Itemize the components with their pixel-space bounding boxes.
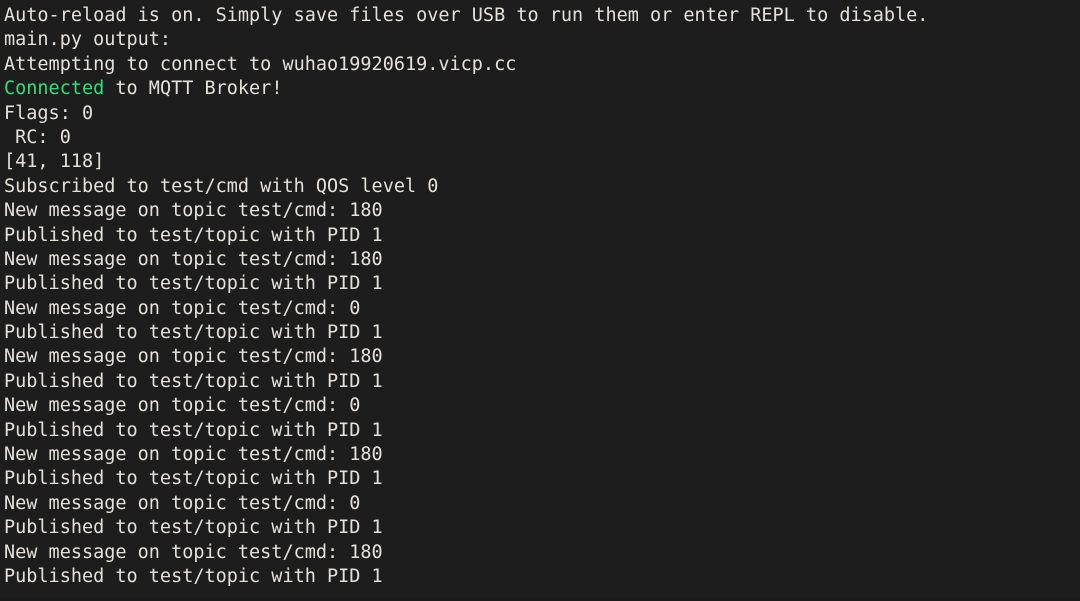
terminal-line-list: Auto-reload is on. Simply save files ove… — [4, 4, 1080, 589]
terminal-line: Published to test/topic with PID 1 — [4, 467, 1080, 491]
terminal-line: Published to test/topic with PID 1 — [4, 370, 1080, 394]
terminal-output-pane[interactable]: Auto-reload is on. Simply save files ove… — [0, 0, 1080, 601]
horizontal-scrollbar-track[interactable] — [0, 597, 1080, 601]
terminal-line: Published to test/topic with PID 1 — [4, 224, 1080, 248]
terminal-text-segment: [41, 118] — [4, 151, 105, 173]
terminal-line: Published to test/topic with PID 1 — [4, 516, 1080, 540]
terminal-text-segment: New message on topic test/cmd: 180 — [4, 346, 383, 368]
terminal-text-segment: Attempting to connect to wuhao19920619.v… — [4, 53, 517, 75]
terminal-line: New message on topic test/cmd: 0 — [4, 394, 1080, 418]
terminal-line: Subscribed to test/cmd with QOS level 0 — [4, 175, 1080, 199]
terminal-line: New message on topic test/cmd: 180 — [4, 345, 1080, 369]
terminal-text-segment: Flags: 0 — [4, 102, 94, 124]
terminal-text-segment: New message on topic test/cmd: 0 — [4, 395, 361, 417]
terminal-text-segment: to MQTT Broker! — [104, 78, 283, 100]
terminal-line: New message on topic test/cmd: 180 — [4, 199, 1080, 223]
terminal-line: [41, 118] — [4, 150, 1080, 174]
terminal-line: New message on topic test/cmd: 180 — [4, 248, 1080, 272]
terminal-text-segment: Published to test/topic with PID 1 — [4, 273, 383, 295]
terminal-line: main.py output: — [4, 28, 1080, 52]
terminal-text-segment: RC: 0 — [4, 126, 71, 148]
terminal-line: Published to test/topic with PID 1 — [4, 272, 1080, 296]
terminal-text-segment: Published to test/topic with PID 1 — [4, 565, 383, 587]
terminal-line: Attempting to connect to wuhao19920619.v… — [4, 53, 1080, 77]
terminal-text-segment: New message on topic test/cmd: 180 — [4, 444, 383, 466]
terminal-line: Flags: 0 — [4, 102, 1080, 126]
terminal-text-segment: New message on topic test/cmd: 0 — [4, 297, 361, 319]
terminal-text-segment: main.py output: — [4, 29, 172, 51]
status-token-connected: Connected — [4, 78, 105, 100]
terminal-text-segment: New message on topic test/cmd: 180 — [4, 200, 383, 222]
terminal-text-segment: New message on topic test/cmd: 180 — [4, 541, 383, 563]
terminal-line: Connected to MQTT Broker! — [4, 77, 1080, 101]
terminal-text-segment: Published to test/topic with PID 1 — [4, 419, 383, 441]
terminal-line: New message on topic test/cmd: 0 — [4, 492, 1080, 516]
terminal-text-segment: Published to test/topic with PID 1 — [4, 468, 383, 490]
terminal-line: New message on topic test/cmd: 180 — [4, 443, 1080, 467]
terminal-text-segment: Published to test/topic with PID 1 — [4, 517, 383, 539]
terminal-text-segment: Published to test/topic with PID 1 — [4, 370, 383, 392]
terminal-line: RC: 0 — [4, 126, 1080, 150]
terminal-line: New message on topic test/cmd: 0 — [4, 297, 1080, 321]
terminal-text-segment: New message on topic test/cmd: 180 — [4, 248, 383, 270]
terminal-line: Published to test/topic with PID 1 — [4, 565, 1080, 589]
terminal-line: New message on topic test/cmd: 180 — [4, 541, 1080, 565]
terminal-line: Published to test/topic with PID 1 — [4, 321, 1080, 345]
terminal-text-segment: Published to test/topic with PID 1 — [4, 322, 383, 344]
terminal-text-segment: Subscribed to test/cmd with QOS level 0 — [4, 175, 439, 197]
terminal-text-segment: New message on topic test/cmd: 0 — [4, 492, 361, 514]
terminal-line: Published to test/topic with PID 1 — [4, 419, 1080, 443]
terminal-text-segment: Auto-reload is on. Simply save files ove… — [4, 5, 929, 26]
terminal-text-segment: Published to test/topic with PID 1 — [4, 224, 383, 246]
terminal-line: Auto-reload is on. Simply save files ove… — [4, 4, 1080, 28]
